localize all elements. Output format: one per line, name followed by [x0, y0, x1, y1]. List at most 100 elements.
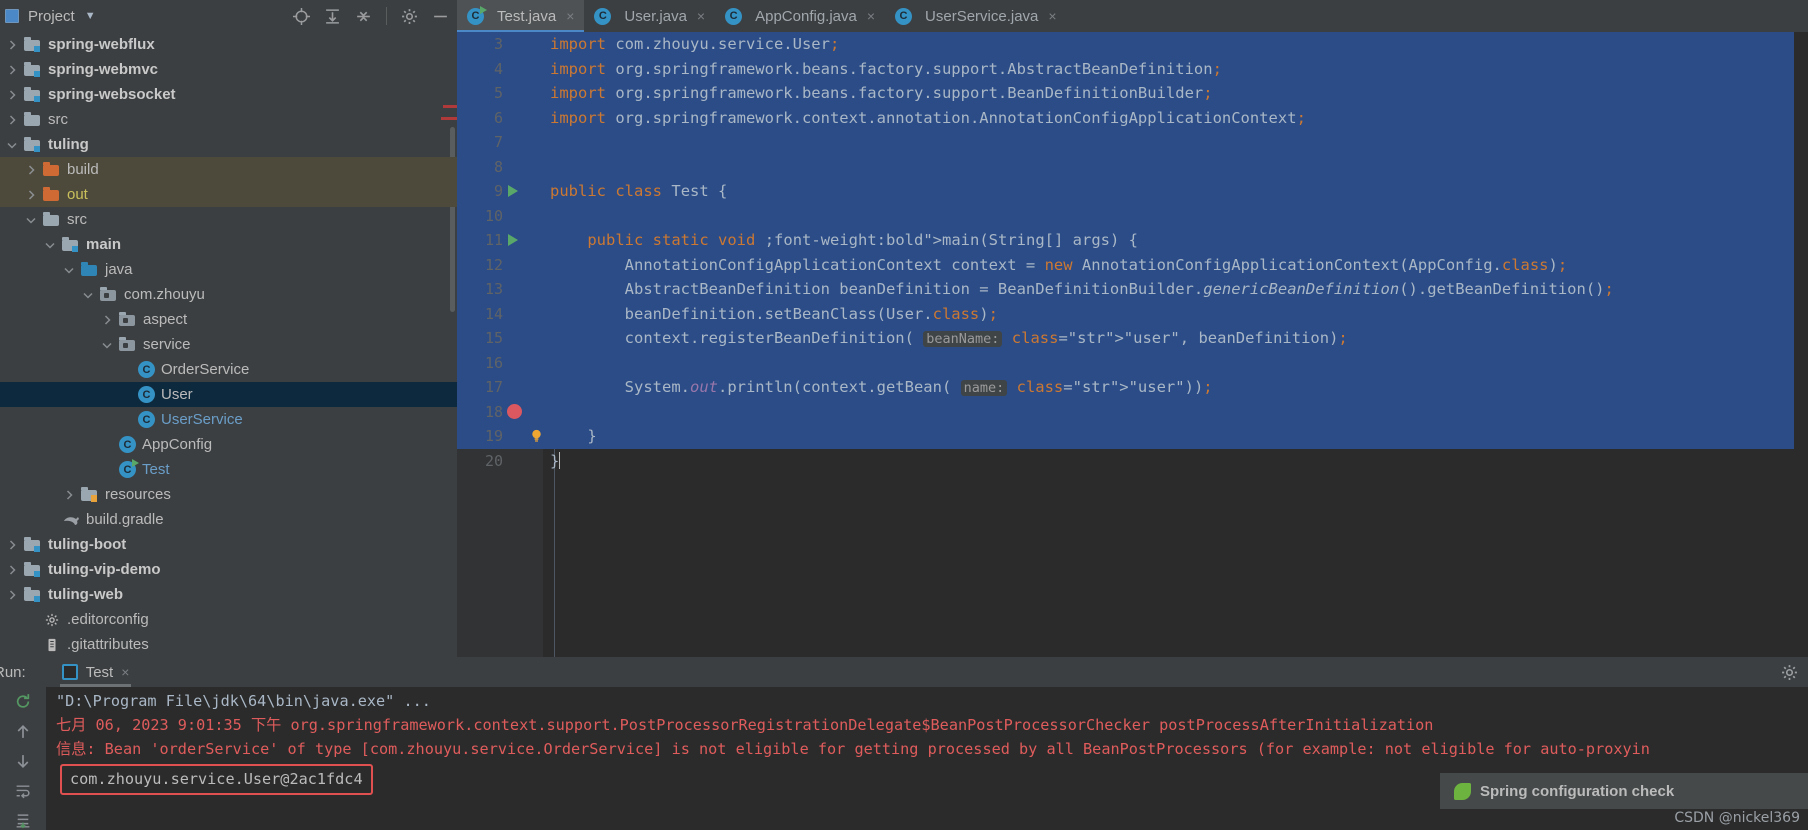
code-line-15: 15 context.registerBeanDefinition( beanN…: [457, 326, 1808, 351]
chevron-down-icon[interactable]: [44, 239, 56, 251]
tree-item-src[interactable]: src: [0, 207, 457, 232]
tree-item-label: src: [48, 111, 68, 128]
source-folder-icon: [81, 261, 99, 277]
text-caret: [559, 451, 561, 469]
tree-item-label: out: [67, 186, 88, 203]
code-content[interactable]: 3 import com.zhouyu.service.User; 4 import …: [441, 32, 1808, 657]
line-number: 8: [493, 157, 503, 176]
expand-all-icon[interactable]: [324, 8, 341, 25]
editor-tab-appconfig-java[interactable]: C AppConfig.java ×: [715, 0, 885, 32]
tree-item-tuling-vip-demo[interactable]: tuling-vip-demo: [0, 557, 457, 582]
close-icon[interactable]: ×: [566, 8, 574, 24]
editorconfig-file-icon: [45, 613, 59, 626]
chevron-right-icon[interactable]: [25, 189, 37, 201]
chevron-right-icon[interactable]: [6, 89, 18, 101]
scroll-to-end-icon[interactable]: [14, 813, 32, 830]
editor-tab-user-java[interactable]: C User.java ×: [584, 0, 715, 32]
run-tab-test[interactable]: Test ×: [56, 657, 136, 687]
tree-item-orderservice[interactable]: C OrderService: [0, 357, 457, 382]
collapse-all-icon[interactable]: [355, 8, 372, 25]
tree-item-build-gradle[interactable]: build.gradle: [0, 507, 457, 532]
chevron-down-icon[interactable]: [25, 214, 37, 226]
chevron-right-icon[interactable]: [6, 39, 18, 51]
tree-item-tuling-boot[interactable]: tuling-boot: [0, 532, 457, 557]
run-gutter-icon[interactable]: [508, 234, 518, 246]
intention-bulb-icon[interactable]: [529, 428, 544, 443]
chevron-right-icon[interactable]: [6, 589, 18, 601]
tree-item-label: build: [67, 161, 99, 178]
project-tree[interactable]: spring-webflux spring-webmvc spring-websoc…: [0, 32, 457, 657]
chevron-right-icon[interactable]: [6, 64, 18, 76]
breakpoint-icon[interactable]: [507, 403, 522, 419]
tree-item-java[interactable]: java: [0, 257, 457, 282]
tree-item-test[interactable]: C Test: [0, 457, 457, 482]
tree-item-main[interactable]: main: [0, 232, 457, 257]
close-icon[interactable]: ×: [867, 8, 875, 24]
chevron-down-icon[interactable]: [82, 289, 94, 301]
tree-item-spring-webmvc[interactable]: spring-webmvc: [0, 57, 457, 82]
code-line-20: 20}: [457, 449, 1808, 474]
tree-item-build[interactable]: build: [0, 157, 457, 182]
tree-item-label: com.zhouyu: [124, 286, 205, 303]
runnable-class-icon: C: [119, 459, 139, 478]
console-line: "D:\Program File\jdk\64\bin\java.exe" ..…: [56, 692, 431, 710]
tree-item-out[interactable]: out: [0, 182, 457, 207]
close-icon[interactable]: ×: [121, 664, 129, 680]
locate-icon[interactable]: [293, 7, 310, 25]
chevron-right-icon[interactable]: [25, 164, 37, 176]
package-icon: [119, 311, 137, 327]
tree-item-appconfig[interactable]: C AppConfig: [0, 432, 457, 457]
editor-scrollbar[interactable]: [1794, 32, 1808, 657]
editor-tab-userservice-java[interactable]: C UserService.java ×: [885, 0, 1067, 32]
tree-item-user[interactable]: C User: [0, 382, 457, 407]
tree-item-label: .gitattributes: [67, 636, 149, 653]
code-text: beanDefinition.setBeanClass(User.class);: [550, 304, 998, 323]
chevron-right-icon[interactable]: [6, 539, 18, 551]
gear-icon[interactable]: [401, 8, 418, 25]
tree-item-resources[interactable]: resources: [0, 482, 457, 507]
tree-item-tuling[interactable]: tuling: [0, 132, 457, 157]
code-editor[interactable]: 3 import com.zhouyu.service.User; 4 import …: [441, 32, 1808, 657]
editor-tab-label: Test.java: [497, 7, 557, 25]
code-line-18: 18: [457, 399, 1808, 424]
close-icon[interactable]: ×: [697, 8, 705, 24]
run-toolbar[interactable]: [0, 687, 46, 830]
tree-item-label: UserService: [161, 411, 243, 428]
code-line-5: 5 import org.springframework.beans.factor…: [457, 81, 1808, 106]
module-folder-icon: [24, 586, 42, 602]
editor-tab-test-java[interactable]: C Test.java ×: [457, 0, 585, 32]
code-text: context.registerBeanDefinition( beanName…: [550, 329, 1180, 347]
chevron-down-icon[interactable]: ▼: [85, 10, 96, 22]
run-gutter-icon[interactable]: [508, 185, 518, 197]
editor-tab-bar[interactable]: C Test.java × C User.java × C AppConfig.java × C U…: [457, 0, 1808, 32]
up-arrow-icon[interactable]: [14, 723, 32, 740]
chevron-down-icon[interactable]: [101, 339, 113, 351]
tree-item-aspect[interactable]: aspect: [0, 307, 457, 332]
rerun-icon[interactable]: [14, 693, 32, 710]
tree-item-src[interactable]: src: [0, 107, 457, 132]
run-settings-gear-icon[interactable]: [1781, 664, 1798, 681]
spring-configuration-notification[interactable]: Spring configuration check: [1440, 773, 1808, 809]
soft-wrap-icon[interactable]: [14, 783, 32, 800]
chevron-right-icon[interactable]: [6, 564, 18, 576]
tree-item-spring-websocket[interactable]: spring-websocket: [0, 82, 457, 107]
tree-item-spring-webflux[interactable]: spring-webflux: [0, 32, 457, 57]
chevron-down-icon[interactable]: [6, 139, 18, 151]
chevron-right-icon[interactable]: [101, 314, 113, 326]
minimize-icon[interactable]: [432, 8, 449, 25]
tree-item-tuling-web[interactable]: tuling-web: [0, 582, 457, 607]
tree-item-userservice[interactable]: C UserService: [0, 407, 457, 432]
tree-item--gitattributes[interactable]: .gitattributes: [0, 632, 457, 657]
tree-item-com-zhouyu[interactable]: com.zhouyu: [0, 282, 457, 307]
chevron-right-icon[interactable]: [6, 114, 18, 126]
line-number: 13: [484, 280, 503, 298]
chevron-down-icon[interactable]: [63, 264, 75, 276]
down-arrow-icon[interactable]: [14, 753, 32, 770]
tree-item-service[interactable]: service: [0, 332, 457, 357]
chevron-right-icon[interactable]: [63, 489, 75, 501]
tree-item-label: Test: [142, 461, 170, 478]
tree-item--editorconfig[interactable]: .editorconfig: [0, 607, 457, 632]
close-icon[interactable]: ×: [1048, 8, 1056, 24]
